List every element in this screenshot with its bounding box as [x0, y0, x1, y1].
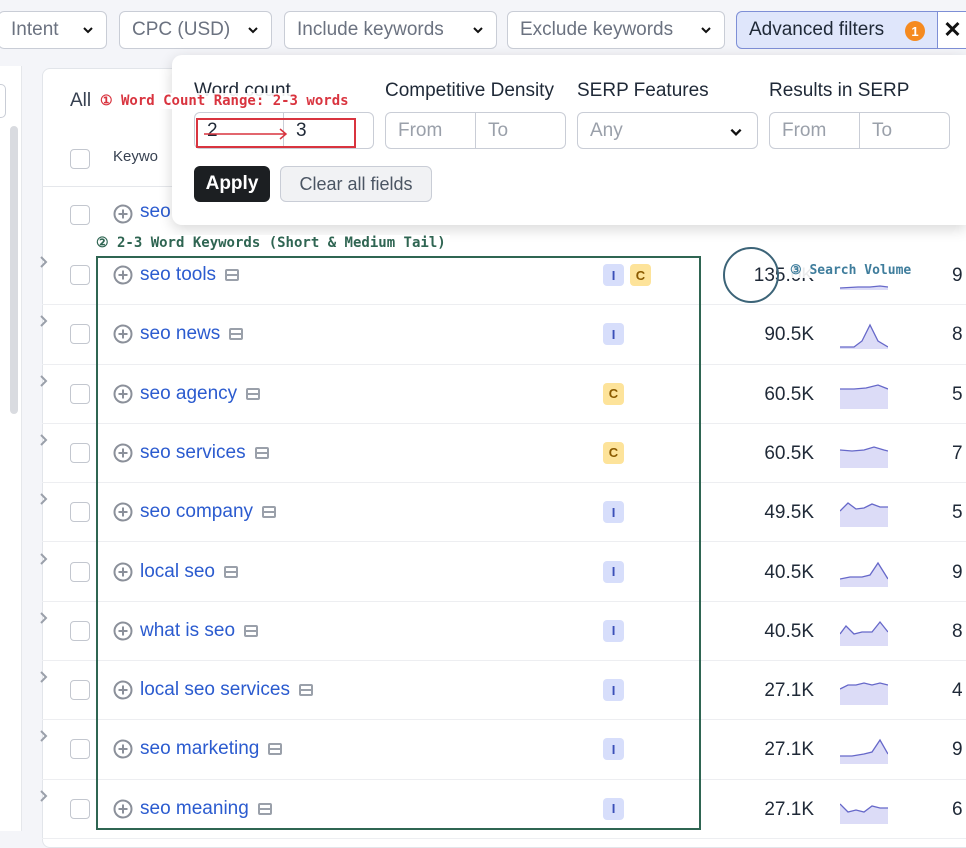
chevron-right-icon[interactable] [40, 493, 48, 505]
search-volume: 90.5K [764, 324, 814, 346]
exclude-keywords-button[interactable]: Exclude keywords [507, 11, 725, 49]
chevron-down-icon [701, 27, 711, 34]
row-checkbox[interactable] [70, 620, 90, 641]
advanced-filters-label: Advanced filters [749, 19, 885, 40]
clear-all-fields-button[interactable]: Clear all fields [280, 166, 432, 202]
annotation-word-count: ① Word Count Range: 2-3 words [100, 93, 349, 109]
chevron-right-icon[interactable] [40, 256, 48, 268]
search-volume: 40.5K [764, 561, 814, 583]
keyword-difficulty-cell: 9 [952, 265, 963, 286]
left-panel-control[interactable] [0, 84, 6, 118]
keyword-difficulty-cell: 9 [952, 739, 963, 761]
keyword-difficulty-cell: 7 [952, 442, 963, 464]
keyword-link[interactable]: seo [140, 201, 171, 223]
chevron-right-icon[interactable] [40, 789, 48, 802]
include-keywords-button[interactable]: Include keywords [284, 11, 497, 49]
search-volume: 27.1K [764, 798, 814, 820]
exclude-keywords-label: Exclude keywords [520, 19, 674, 40]
keyword-difficulty-cell: 8 [952, 324, 963, 346]
word-count-highlight [196, 118, 356, 148]
filter-count-badge: 1 [905, 21, 925, 41]
serp-features-label: SERP Features [577, 80, 709, 101]
row-checkbox[interactable] [70, 502, 90, 523]
row-checkbox[interactable] [70, 205, 90, 225]
results-from-input[interactable]: From [769, 112, 860, 149]
search-volume: 27.1K [764, 739, 814, 761]
serp-features-value: Any [590, 119, 623, 141]
chevron-down-icon [730, 128, 742, 136]
tab-all[interactable]: All [70, 90, 91, 112]
chevron-right-icon[interactable] [40, 552, 48, 565]
annotation-search-volume: ③ Search Volume [790, 263, 912, 278]
search-volume: 49.5K [764, 502, 814, 524]
chevron-right-icon[interactable] [40, 730, 48, 743]
serp-features-select[interactable]: Any [577, 112, 758, 149]
range-arrow-icon [204, 128, 288, 140]
intent-filter-label: Intent [11, 19, 59, 40]
keywords-highlight-box [96, 256, 701, 830]
row-checkbox[interactable] [70, 739, 90, 760]
search-volume-highlight [723, 247, 779, 303]
row-checkbox[interactable] [70, 324, 90, 345]
row-checkbox[interactable] [70, 383, 90, 404]
results-to-input[interactable]: To [859, 112, 950, 149]
filter-bar: Intent CPC (USD) Include keywords Exclud… [0, 0, 966, 58]
keyword-difficulty-cell: 5 [952, 383, 963, 405]
chevron-right-icon[interactable] [40, 612, 48, 624]
trend-sparkline [840, 739, 888, 765]
left-scrollbar[interactable] [10, 126, 18, 414]
add-to-list-icon[interactable] [113, 204, 133, 224]
chevron-right-icon[interactable] [40, 671, 48, 683]
intent-filter-button[interactable]: Intent [0, 11, 107, 49]
density-from-input[interactable]: From [385, 112, 476, 149]
cpc-filter-button[interactable]: CPC (USD) [119, 11, 272, 49]
keyword-difficulty-cell: 6 [952, 798, 963, 820]
search-volume: 60.5K [764, 383, 814, 405]
trend-sparkline [840, 561, 888, 587]
close-icon: ✕ [943, 17, 962, 42]
cpc-filter-label: CPC (USD) [132, 19, 231, 40]
chevron-right-icon[interactable] [40, 374, 48, 387]
density-to-input[interactable]: To [475, 112, 566, 149]
search-volume: 27.1K [764, 680, 814, 702]
trend-sparkline [840, 502, 888, 528]
trend-sparkline [840, 446, 888, 468]
include-keywords-label: Include keywords [297, 19, 444, 40]
keyword-difficulty-cell: 5 [952, 502, 963, 524]
results-in-serp-label: Results in SERP [769, 80, 910, 101]
close-filters-button[interactable]: ✕ [938, 11, 966, 49]
keyword-difficulty-cell: 8 [952, 620, 963, 642]
trend-sparkline [840, 682, 888, 706]
chevron-right-icon[interactable] [40, 434, 48, 446]
keyword-column-header[interactable]: Keywo [113, 148, 158, 165]
keyword-difficulty-cell: 9 [952, 561, 963, 583]
chevron-down-icon [473, 27, 483, 34]
density-label: Competitive Density [385, 80, 554, 101]
trend-sparkline [840, 383, 888, 409]
select-all-checkbox[interactable] [70, 149, 90, 169]
chevron-right-icon[interactable] [40, 315, 48, 328]
search-volume: 60.5K [764, 442, 814, 464]
left-panel [0, 66, 22, 831]
trend-sparkline [840, 323, 888, 350]
annotation-short-medium-tail: ② 2-3 Word Keywords (Short & Medium Tail… [96, 235, 450, 251]
trend-sparkline [840, 803, 888, 824]
chevron-down-icon [248, 27, 258, 34]
trend-sparkline [840, 620, 888, 646]
row-checkbox[interactable] [70, 680, 90, 701]
row-checkbox[interactable] [70, 561, 90, 582]
row-checkbox[interactable] [70, 442, 90, 463]
row-checkbox[interactable] [70, 798, 90, 819]
keyword-difficulty-cell: 4 [952, 680, 963, 702]
advanced-filters-button[interactable]: Advanced filters 1 [736, 11, 938, 49]
search-volume: 40.5K [764, 620, 814, 642]
row-checkbox[interactable] [70, 265, 90, 285]
apply-button[interactable]: Apply [194, 166, 270, 202]
chevron-down-icon [83, 27, 93, 34]
